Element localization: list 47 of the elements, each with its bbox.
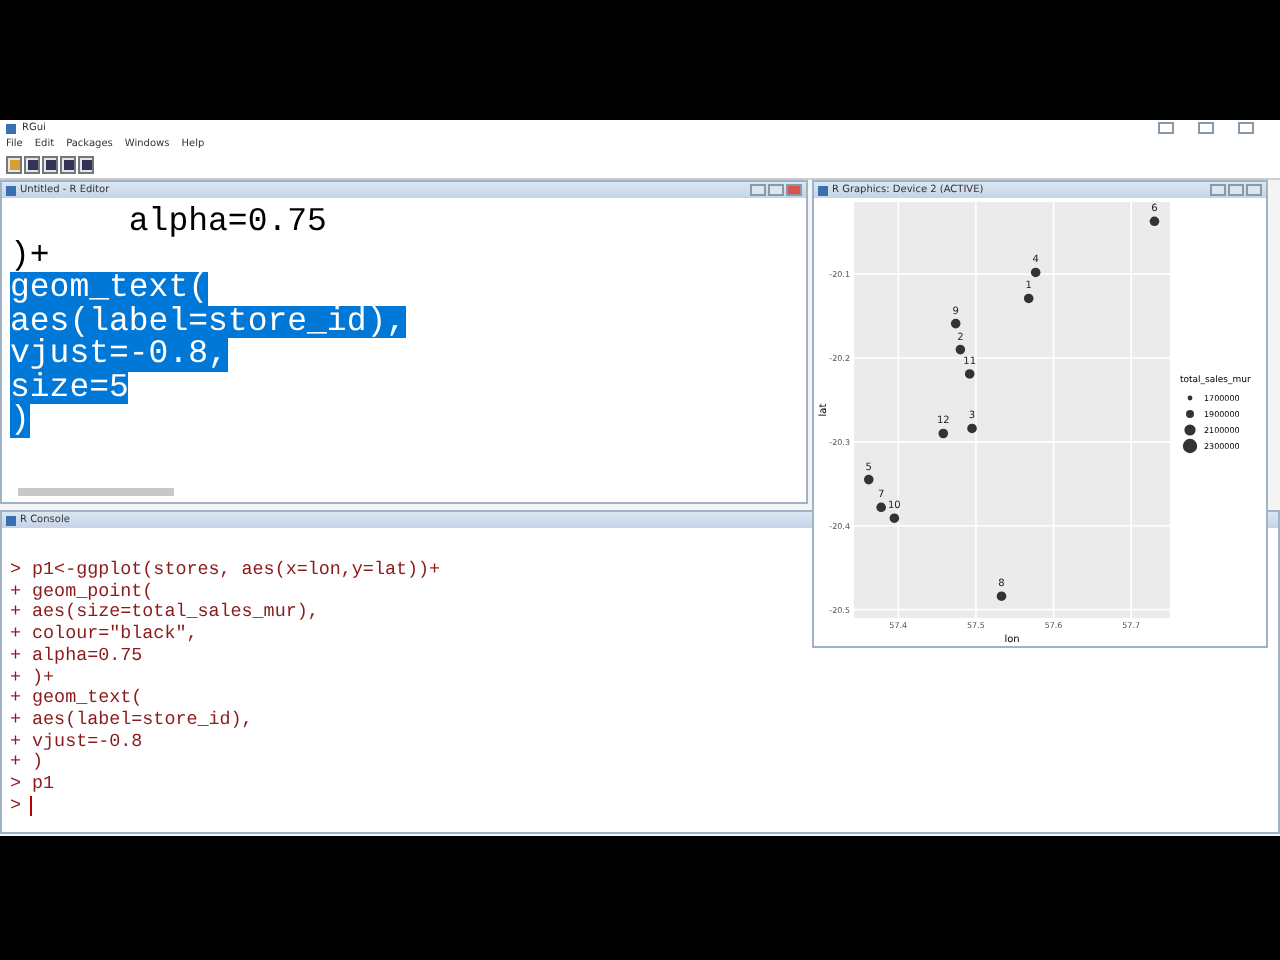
console-line: >	[10, 795, 32, 817]
window-icon	[818, 185, 828, 195]
legend-key	[1187, 395, 1193, 401]
maximize-button[interactable]	[768, 184, 784, 196]
data-point	[964, 369, 975, 379]
console-button[interactable]	[60, 156, 76, 174]
data-point	[996, 591, 1007, 601]
data-point	[967, 423, 977, 434]
minimize-button[interactable]	[1158, 122, 1174, 134]
load-workspace-button[interactable]	[24, 156, 40, 174]
console-line: + alpha=0.75	[10, 645, 143, 668]
data-point	[1149, 216, 1160, 227]
minimize-button[interactable]	[1210, 184, 1226, 196]
window-icon	[6, 123, 16, 133]
window-icon	[6, 185, 16, 195]
console-line: > p1	[10, 774, 55, 796]
data-point	[889, 513, 900, 523]
console-line: + vjust=-0.8	[10, 731, 143, 752]
data-point	[955, 344, 966, 355]
code-line: alpha=0.75	[126, 206, 327, 239]
close-button[interactable]	[1246, 184, 1262, 196]
data-point	[938, 428, 949, 439]
console-line: + geom_point(	[10, 581, 154, 602]
legend-key	[1186, 410, 1194, 418]
minimize-button[interactable]	[750, 184, 766, 196]
text-cursor	[29, 796, 32, 817]
save-workspace-button[interactable]	[42, 156, 58, 174]
scrollbar-thumb[interactable]	[18, 488, 174, 496]
data-point	[876, 502, 886, 513]
console-line: + colour="black",	[10, 624, 198, 646]
console-line: + )	[10, 752, 44, 775]
code-line: )+	[10, 239, 50, 272]
print-button[interactable]	[78, 156, 94, 174]
console-line: + aes(label=store_id),	[10, 709, 253, 732]
open-script-button[interactable]	[6, 156, 22, 174]
console-line: > p1<-ggplot(stores, aes(x=lon,y=lat))+	[10, 560, 441, 582]
close-button[interactable]	[1238, 122, 1254, 134]
data-point	[950, 318, 961, 329]
maximize-button[interactable]	[1198, 122, 1214, 134]
data-point	[1030, 267, 1041, 278]
data-point	[863, 474, 874, 485]
maximize-button[interactable]	[1228, 184, 1244, 196]
console-line: + geom_text(	[10, 688, 143, 710]
console-line: + aes(size=total_sales_mur),	[10, 602, 319, 624]
window-icon	[6, 515, 16, 525]
console-line: + )+	[10, 667, 55, 688]
data-point	[1023, 293, 1034, 304]
